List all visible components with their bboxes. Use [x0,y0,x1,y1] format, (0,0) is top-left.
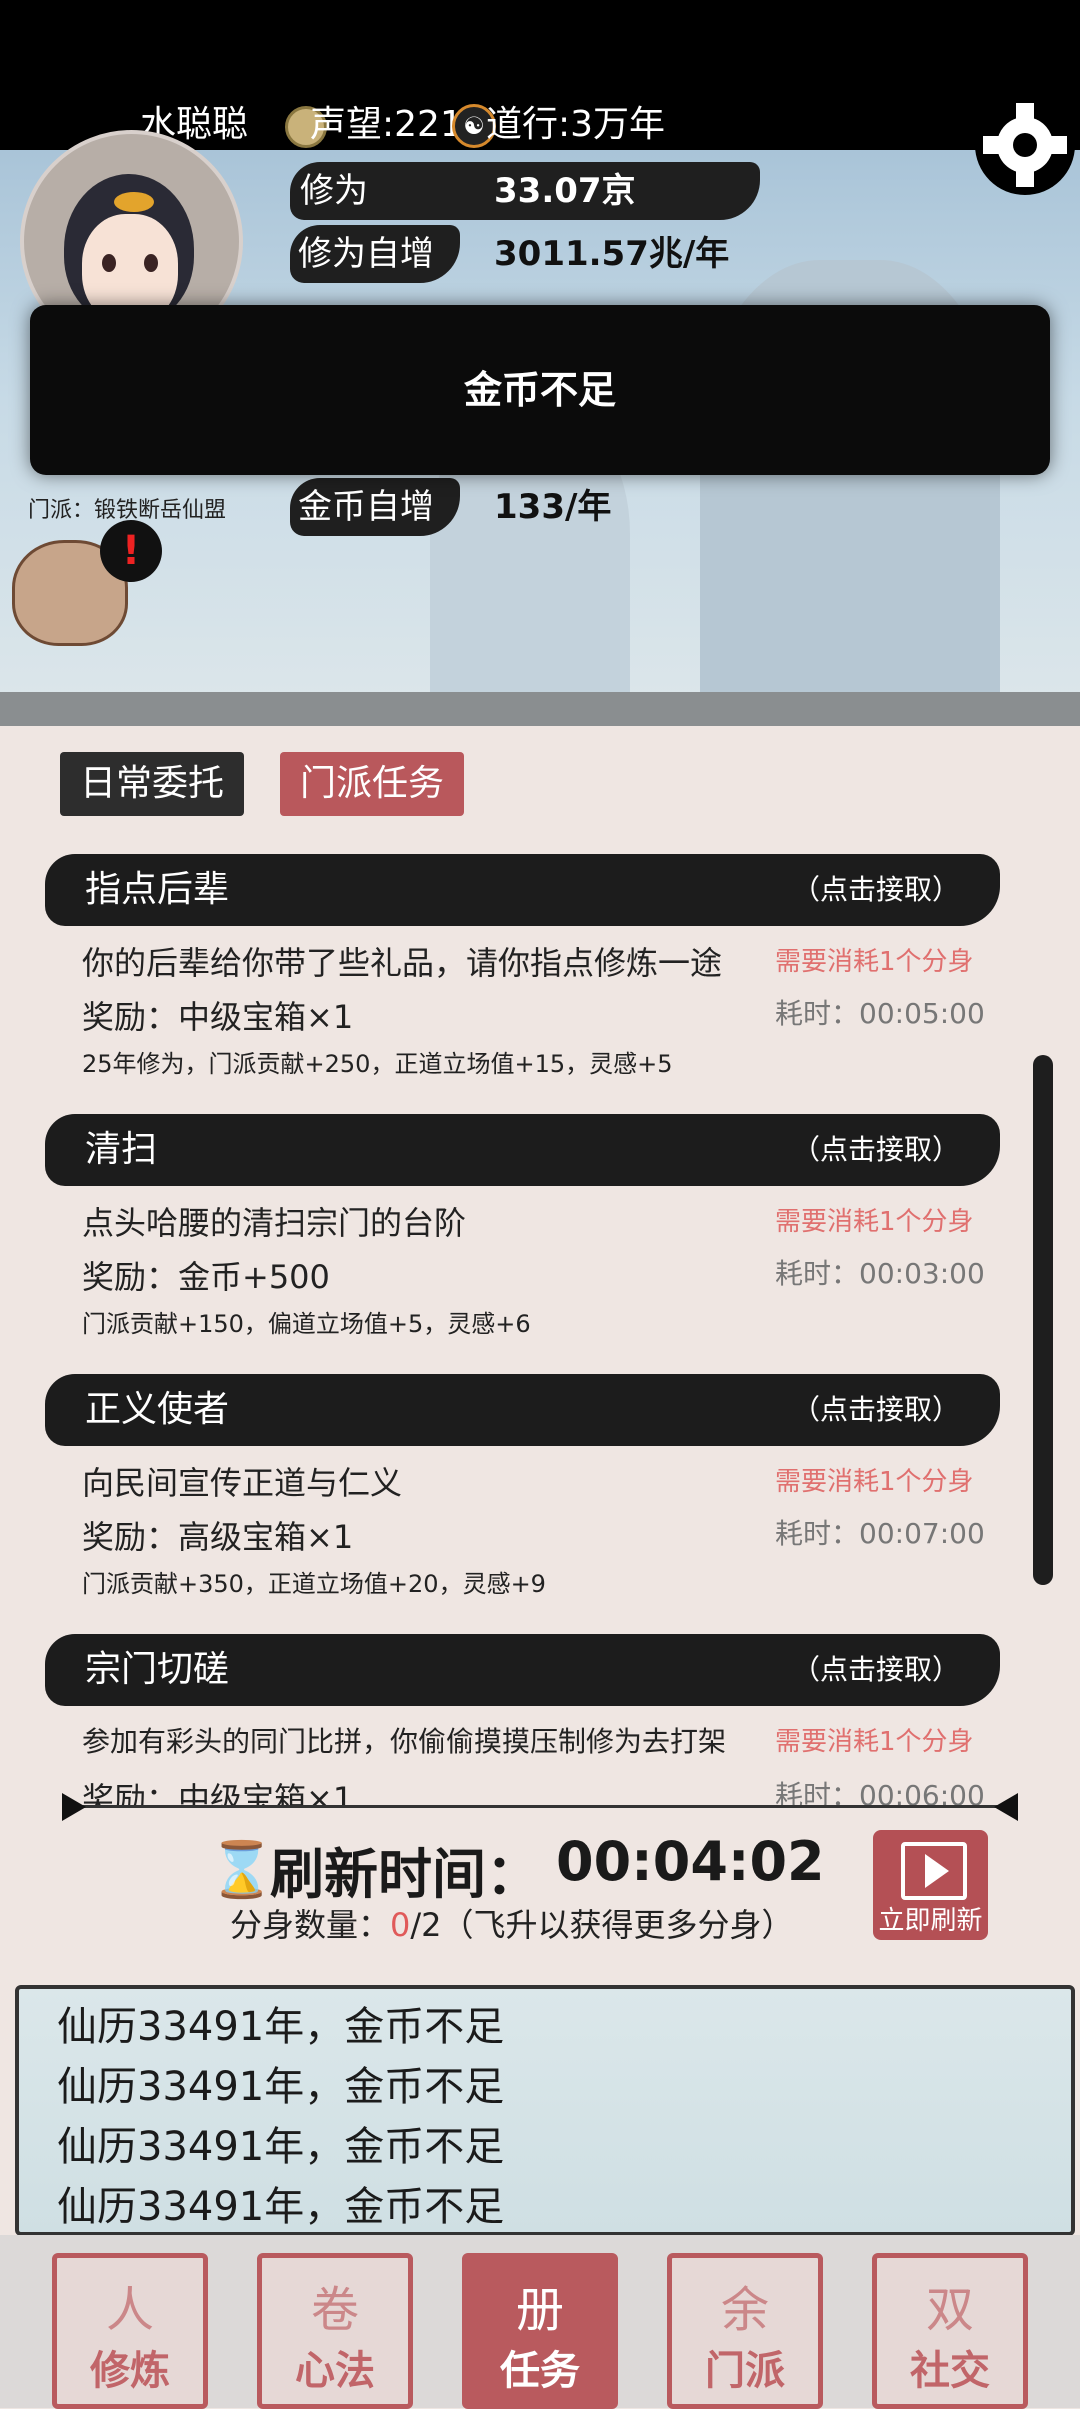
task-header[interactable]: 清扫 （点击接取） [45,1114,1000,1186]
tab-daily-commission[interactable]: 日常委托 [60,752,245,816]
task-cost: 需要消耗1个分身 [775,1467,974,1497]
nav-label: 任务 [500,2348,580,2394]
tab-sect-task[interactable]: 门派任务 [280,752,465,816]
hourglass-icon: ⌛ [208,1838,276,1901]
task-reward: 奖励：金币+500 [82,1258,330,1296]
task-extra-rewards: 门派贡献+350，正道立场值+20，灵感+9 [82,1570,546,1598]
stat-value-xiuwei: 33.07京 [494,171,636,211]
nav-social[interactable]: 双 社交 [872,2253,1028,2409]
nav-label: 社交 [910,2348,990,2394]
nav-mental-method[interactable]: 卷 心法 [257,2253,413,2409]
task-book-icon: 册 [515,2282,564,2338]
nav-cultivate[interactable]: 人 修炼 [52,2253,208,2409]
task-time: 耗时：00:06:00 [775,1779,985,1808]
task-accept-button[interactable]: （点击接取） [792,1374,960,1446]
refresh-label: 刷新时间： [270,1843,540,1906]
task-accept-button[interactable]: （点击接取） [792,1114,960,1186]
clone-count: 分身数量：0/2（飞升以获得更多分身） [230,1900,794,1946]
nav-label: 修炼 [90,2348,170,2394]
task-title: 正义使者 [85,1389,230,1430]
sect-gate-icon: 余 [720,2282,769,2338]
log-line: 仙历33491年，金币不足 [57,2124,505,2170]
task-header[interactable]: 正义使者 （点击接取） [45,1374,1000,1446]
task-reward: 奖励：高级宝箱×1 [82,1518,354,1556]
daoxing-text: 道行:3万年 [486,104,666,145]
list-bottom-line [70,1805,1010,1808]
nav-sect[interactable]: 余 门派 [667,2253,823,2409]
task-extra-rewards: 25年修为，门派贡献+250，正道立场值+15，灵感+5 [82,1050,673,1078]
refresh-now-label: 立即刷新 [878,1906,983,1936]
task-title: 宗门切磋 [85,1649,230,1690]
nav-label: 门派 [705,2348,785,2394]
people-icon: 双 [925,2282,974,2338]
task-cost: 需要消耗1个分身 [775,1207,974,1237]
task-cost: 需要消耗1个分身 [775,1727,974,1757]
refresh-countdown: 00:04:02 [556,1830,825,1893]
alert-icon: ! [100,520,162,582]
toast-text: 金币不足 [463,368,616,412]
settings-gear-icon[interactable] [975,95,1075,195]
task-accept-button[interactable]: （点击接取） [792,1634,960,1706]
task-accept-button[interactable]: （点击接取） [792,854,960,926]
log-line: 仙历33491年，金币不足 [57,2064,505,2110]
task-extra-rewards: 门派贡献+150，偏道立场值+5，灵感+6 [82,1310,531,1338]
task-clip: 奖励：中级宝箱×1 耗时：00:06:00 [0,1768,1080,1808]
task-header[interactable]: 指点后辈 （点击接取） [45,854,1000,926]
nav-tasks[interactable]: 册 任务 [462,2253,618,2409]
event-log[interactable]: 仙历33491年，金币不足 仙历33491年，金币不足 仙历33491年，金币不… [15,1985,1075,2236]
stat-label-xiuwei: 修为 [300,171,368,211]
task-title: 清扫 [85,1129,158,1170]
right-arrow-icon [994,1793,1018,1821]
status-bar: 水聪聪 声望:2219 ☯ 道行:3万年 [0,0,1080,150]
cultivate-icon: 人 [105,2282,154,2338]
bottom-nav: 人 修炼 卷 心法 册 任务 余 门派 双 社交 [0,2235,1080,2409]
stat-label-xiuwei-growth: 修为自增 [298,234,434,274]
section-divider [0,692,1080,726]
task-reward: 奖励：中级宝箱×1 [82,1780,354,1808]
clone-count-prefix: 分身数量： [230,1906,391,1944]
nav-label: 心法 [295,2348,375,2394]
scroll-icon: 卷 [310,2282,359,2338]
task-time: 耗时：00:07:00 [775,1517,985,1550]
task-header[interactable]: 宗门切磋 （点击接取） [45,1634,1000,1706]
refresh-now-button[interactable]: 立即刷新 [873,1830,988,1940]
task-description: 点头哈腰的清扫宗门的台阶 [82,1204,467,1242]
stat-value-gold-growth: 133/年 [494,487,612,527]
task-time: 耗时：00:03:00 [775,1257,985,1290]
toast-message: 金币不足 [30,305,1050,475]
stat-value-xiuwei-growth: 3011.57兆/年 [494,234,730,274]
log-line: 仙历33491年，金币不足 [57,2004,505,2050]
task-cost: 需要消耗1个分身 [775,947,974,977]
left-arrow-icon [62,1793,86,1821]
task-reward: 奖励：中级宝箱×1 [82,998,354,1036]
task-description: 参加有彩头的同门比拼，你偷偷摸摸压制修为去打架 [82,1725,727,1758]
clone-count-current: 0 [390,1906,411,1944]
task-description: 向民间宣传正道与仁义 [82,1464,403,1502]
log-line: 仙历33491年，金币不足 [57,2184,505,2230]
clone-count-suffix: /2（飞升以获得更多分身） [410,1906,794,1944]
task-title: 指点后辈 [85,869,230,910]
task-description: 你的后辈给你带了些礼品，请你指点修炼一途 [82,944,723,982]
play-icon [901,1842,967,1900]
scrollbar[interactable] [1033,1055,1053,1585]
task-time: 耗时：00:05:00 [775,997,985,1030]
stat-label-gold-growth: 金币自增 [298,487,434,527]
